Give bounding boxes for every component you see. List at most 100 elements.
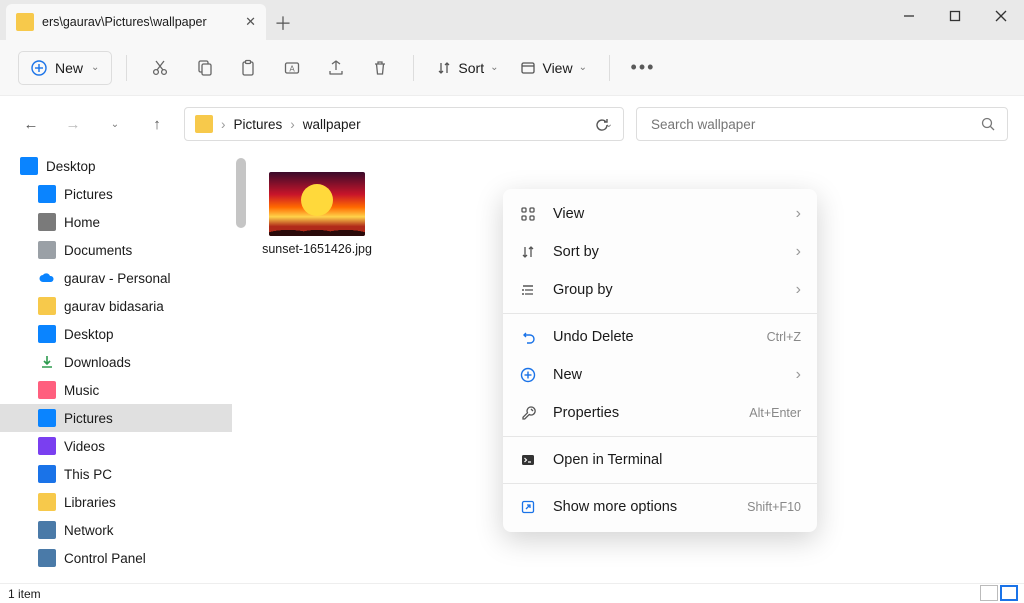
sidebar-item-libraries[interactable]: Libraries <box>0 488 232 516</box>
doc-icon <box>38 241 56 259</box>
close-tab-icon[interactable]: ✕ <box>245 14 256 30</box>
sidebar-item-label: Desktop <box>46 159 96 174</box>
forward-button[interactable]: → <box>58 109 88 139</box>
menu-item-properties[interactable]: Properties Alt+Enter <box>503 394 817 432</box>
context-menu: View›Sort by›Group by›Undo DeleteCtrl+ZN… <box>503 189 817 532</box>
more-button[interactable]: ••• <box>624 49 662 87</box>
sidebar-item-music[interactable]: Music <box>0 376 232 404</box>
icons-view-toggle[interactable] <box>1000 585 1018 601</box>
sidebar-item-documents[interactable]: Documents <box>0 236 232 264</box>
search-input[interactable] <box>649 116 973 133</box>
sidebar-item-label: Control Panel <box>64 551 146 566</box>
up-button[interactable]: ↑ <box>142 109 172 139</box>
network-icon <box>38 521 56 539</box>
pictures-icon <box>38 185 56 203</box>
menu-item-label: New <box>553 367 780 383</box>
chevron-down-icon: ⌄ <box>490 62 498 73</box>
sidebar-item-videos[interactable]: Videos <box>0 432 232 460</box>
refresh-button[interactable] <box>587 109 617 139</box>
cloud-icon <box>38 269 56 287</box>
search-box[interactable] <box>636 107 1008 141</box>
details-view-toggle[interactable] <box>980 585 998 601</box>
share-button[interactable] <box>317 49 355 87</box>
sidebar-item-this-pc[interactable]: This PC <box>0 460 232 488</box>
view-label: View <box>542 60 572 76</box>
menu-item-sort-by[interactable]: Sort by› <box>503 233 817 271</box>
breadcrumb-sep: › <box>221 117 226 132</box>
sidebar-item-pictures[interactable]: Pictures <box>0 404 232 432</box>
file-name: sunset-1651426.jpg <box>262 242 372 256</box>
breadcrumb[interactable]: Pictures <box>234 117 283 132</box>
menu-separator <box>503 313 817 314</box>
group-icon <box>519 282 537 298</box>
folder-icon <box>195 115 213 133</box>
menu-item-open-in-terminal[interactable]: Open in Terminal <box>503 441 817 479</box>
sidebar-item-home[interactable]: Home <box>0 208 232 236</box>
sidebar-item-desktop[interactable]: Desktop <box>0 152 232 180</box>
plus-circle-icon <box>31 60 47 76</box>
address-bar[interactable]: › Pictures › wallpaper ⌄ <box>184 107 624 141</box>
sidebar-item-label: Documents <box>64 243 132 258</box>
sidebar-item-downloads[interactable]: Downloads <box>0 348 232 376</box>
sidebar-item-label: Downloads <box>64 355 131 370</box>
new-tab-button[interactable]: ＋ <box>266 6 300 40</box>
menu-item-new[interactable]: New› <box>503 356 817 394</box>
sort-button[interactable]: Sort ⌄ <box>428 49 506 87</box>
file-thumbnail <box>269 172 365 236</box>
sidebar-item-label: Network <box>64 523 114 538</box>
copy-button[interactable] <box>185 49 223 87</box>
menu-separator <box>503 436 817 437</box>
sort-label: Sort <box>458 60 484 76</box>
file-item[interactable]: sunset-1651426.jpg <box>262 172 372 256</box>
sidebar-item-gaurav-personal[interactable]: gaurav - Personal <box>0 264 232 292</box>
cpl-icon <box>38 549 56 567</box>
menu-item-label: Properties <box>553 405 733 421</box>
status-text: 1 item <box>8 587 41 601</box>
separator <box>126 55 127 81</box>
sidebar-item-label: Home <box>64 215 100 230</box>
menu-item-group-by[interactable]: Group by › <box>503 271 817 309</box>
view-icon <box>520 60 536 76</box>
menu-item-label: Undo Delete <box>553 329 751 345</box>
menu-shortcut: Shift+F10 <box>747 500 801 514</box>
chevron-right-icon: › <box>796 281 801 299</box>
minimize-button[interactable] <box>886 0 932 32</box>
desktop-icon <box>20 157 38 175</box>
maximize-button[interactable] <box>932 0 978 32</box>
sidebar-item-label: gaurav bidasaria <box>64 299 164 314</box>
breadcrumb[interactable]: wallpaper <box>303 117 361 132</box>
cut-button[interactable] <box>141 49 179 87</box>
menu-item-show-more-options[interactable]: Show more optionsShift+F10 <box>503 488 817 526</box>
menu-shortcut: Alt+Enter <box>749 406 801 420</box>
view-button[interactable]: View ⌄ <box>512 49 594 87</box>
delete-button[interactable] <box>361 49 399 87</box>
close-window-button[interactable] <box>978 0 1024 32</box>
chevron-right-icon: › <box>796 243 801 261</box>
sidebar-item-network[interactable]: Network <box>0 516 232 544</box>
window-tab[interactable]: ers\gaurav\Pictures\wallpaper ✕ <box>6 4 266 40</box>
recent-button[interactable]: ⌄ <box>100 109 130 139</box>
sidebar-item-label: Pictures <box>64 187 113 202</box>
video-icon <box>38 437 56 455</box>
back-button[interactable]: ← <box>16 109 46 139</box>
breadcrumb-sep: › <box>290 117 295 132</box>
chevron-down-icon: ⌄ <box>579 62 587 73</box>
paste-button[interactable] <box>229 49 267 87</box>
sidebar-item-label: Desktop <box>64 327 114 342</box>
chevron-right-icon: › <box>796 205 801 223</box>
menu-item-view[interactable]: View › <box>503 195 817 233</box>
pictures-icon <box>38 409 56 427</box>
new-button[interactable]: New ⌄ <box>18 51 112 85</box>
menu-item-label: Group by <box>553 282 780 298</box>
new-icon <box>519 367 537 383</box>
sort-icon <box>436 60 452 76</box>
sidebar-item-control-panel[interactable]: Control Panel <box>0 544 232 572</box>
sidebar-item-gaurav-bidasaria[interactable]: gaurav bidasaria <box>0 292 232 320</box>
view-icon <box>519 206 537 222</box>
rename-button[interactable]: A <box>273 49 311 87</box>
menu-item-label: View <box>553 206 780 222</box>
sidebar-item-pictures[interactable]: Pictures <box>0 180 232 208</box>
sort-icon <box>519 244 537 260</box>
sidebar-item-desktop[interactable]: Desktop <box>0 320 232 348</box>
menu-item-undo-delete[interactable]: Undo DeleteCtrl+Z <box>503 318 817 356</box>
